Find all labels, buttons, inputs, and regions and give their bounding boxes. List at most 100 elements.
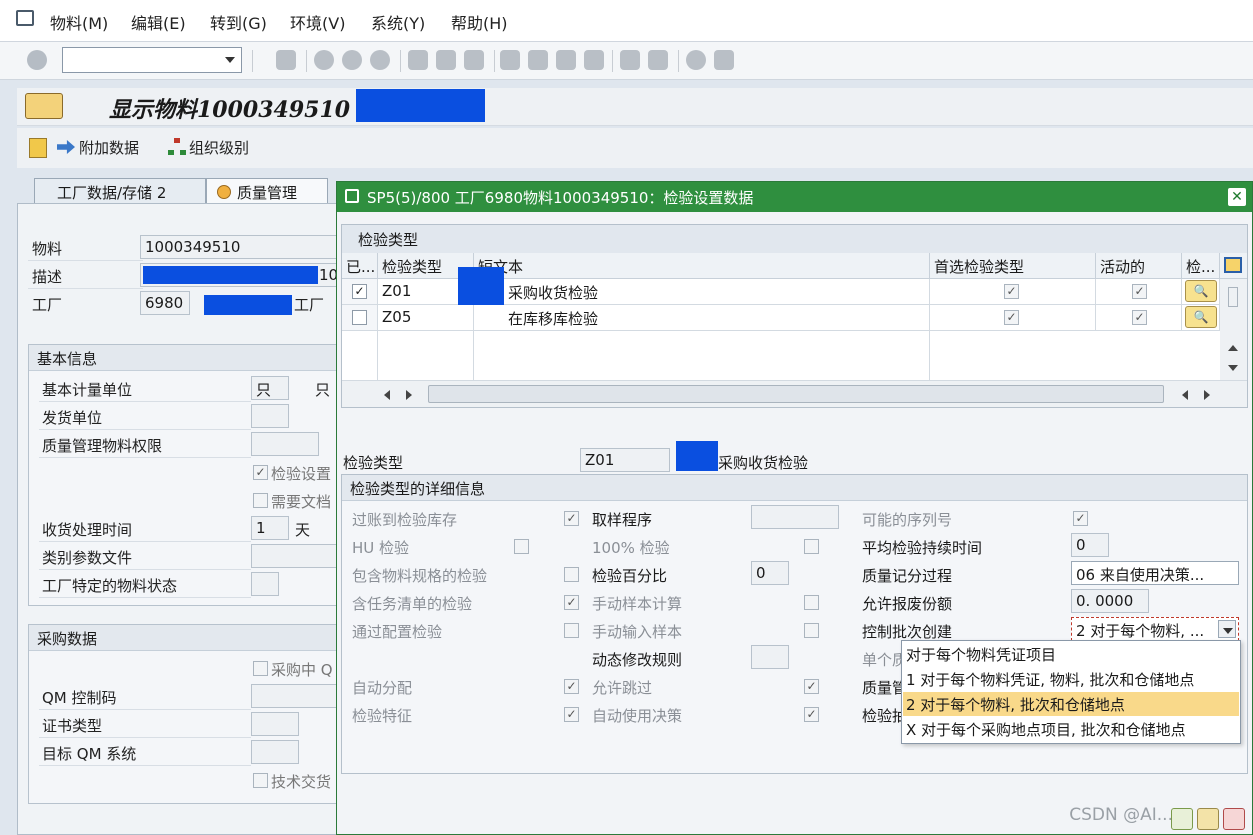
new-session-icon[interactable] (620, 50, 640, 70)
col-header-detail[interactable]: 检... (1182, 253, 1220, 279)
table-row-select-cell[interactable] (342, 305, 378, 331)
find-icon[interactable] (436, 50, 456, 70)
tab-label: 质量管理 (237, 184, 298, 202)
certificate-type-label: 证书类型 (42, 717, 103, 735)
col-header-selected[interactable]: 已... (342, 253, 378, 279)
other-material-icon[interactable] (29, 138, 47, 158)
cancel-icon[interactable] (370, 50, 390, 70)
dialog-buttons (1169, 808, 1249, 832)
scroll-right-icon[interactable] (406, 390, 412, 400)
column-settings-icon[interactable] (1220, 253, 1247, 279)
menu-material[interactable]: 物料(M) (50, 10, 108, 34)
vertical-scrollbar[interactable] (1220, 279, 1247, 380)
redacted-block (676, 441, 718, 471)
dropdown-option[interactable]: 对于每个物料凭证项目 (903, 642, 1239, 666)
scroll-thumb[interactable] (428, 385, 1164, 403)
inspection-type-label: 检验类型 (343, 454, 404, 472)
material-icon (25, 93, 63, 119)
application-toolbar: 附加数据 组织级别 (17, 128, 1253, 168)
scroll-thumb[interactable] (1228, 287, 1238, 307)
empty-cell (474, 331, 930, 380)
detail-button[interactable]: 🔍 (1185, 280, 1217, 302)
dropdown-option-selected[interactable]: 2 对于每个物料, 批次和仓储地点 (903, 692, 1239, 716)
row-select-checkbox[interactable] (352, 310, 367, 325)
plant-material-status-field (251, 572, 279, 596)
col-header-preferred[interactable]: 首选检验类型 (930, 253, 1096, 279)
exit-icon[interactable] (342, 50, 362, 70)
tab-plant-storage-2[interactable]: 工厂数据/存储 2 (34, 178, 206, 204)
menu-bar: 物料(M) 编辑(E) 转到(G) 环境(V) 系统(Y) 帮助(H) (0, 0, 1253, 42)
close-icon[interactable]: ✕ (1228, 188, 1246, 206)
chevron-down-icon[interactable] (1218, 620, 1236, 638)
issue-unit-label: 发货单位 (42, 409, 103, 427)
detail-button[interactable]: 🔍 (1185, 306, 1217, 328)
detail-cell: 🔍 (1182, 305, 1220, 331)
redacted-block (143, 266, 318, 284)
cancel-icon[interactable] (1223, 808, 1245, 830)
dropdown-option[interactable]: X 对于每个采购地点项目, 批次和仓储地点 (903, 717, 1239, 741)
print-icon[interactable] (408, 50, 428, 70)
short-text: 在库移库检验 (508, 310, 599, 328)
menu-environment[interactable]: 环境(V) (290, 10, 345, 34)
confirm-icon[interactable] (1171, 808, 1193, 830)
horizontal-scrollbar[interactable] (342, 380, 1247, 407)
menu-help[interactable]: 帮助(H) (451, 10, 508, 34)
prev-page-icon[interactable] (528, 50, 548, 70)
post-to-insp-stock-label: 过账到检验库存 (352, 511, 458, 529)
menu-goto[interactable]: 转到(G) (210, 10, 267, 34)
inspection-type-field: Z01 (580, 448, 670, 472)
dialog-menu-icon[interactable] (345, 189, 359, 203)
table-row-select-cell[interactable]: ✓ (342, 279, 378, 305)
tab-quality-management[interactable]: 质量管理 (206, 178, 328, 204)
back-icon[interactable] (314, 50, 334, 70)
menu-system[interactable]: 系统(Y) (371, 10, 425, 34)
save-icon[interactable] (276, 50, 296, 70)
command-field[interactable] (62, 47, 242, 73)
short-text-cell: 在库移库检验 (474, 305, 930, 331)
qm-in-procurement-label: 采购中 Q (271, 661, 333, 679)
row-select-checkbox[interactable]: ✓ (352, 284, 367, 299)
col-header-active[interactable]: 活动的 (1096, 253, 1182, 279)
next-page-icon[interactable] (556, 50, 576, 70)
hu-inspection-label: HU 检验 (352, 539, 410, 557)
scroll-up-icon[interactable] (1228, 345, 1238, 351)
preferred-checkbox: ✓ (1004, 310, 1019, 325)
qm-authorization-field (251, 432, 319, 456)
org-levels-button[interactable]: 组织级别 (189, 137, 249, 158)
system-menu-icon[interactable] (16, 10, 34, 26)
col-header-short-text[interactable]: 短文本 (474, 253, 930, 279)
scroll-left-icon[interactable] (1182, 390, 1188, 400)
inspection-setup-dialog: SP5(5)/800 工厂6980物料1000349510：检验设置数据 ✕ 检… (336, 181, 1253, 835)
detail-icon[interactable] (1197, 808, 1219, 830)
plant-material-status-label: 工厂特定的物料状态 (42, 577, 178, 595)
chevron-down-icon[interactable] (225, 57, 235, 63)
additional-data-button[interactable]: 附加数据 (79, 137, 139, 158)
arrow-right-icon (57, 140, 75, 154)
short-text: 采购收货检验 (508, 284, 599, 302)
table-title: 检验类型 (342, 225, 1247, 253)
customize-layout-icon[interactable] (714, 50, 734, 70)
group-title: 基本信息 (29, 345, 347, 371)
quality-score-select[interactable]: 06 来自使用决策... (1071, 561, 1239, 585)
first-page-icon[interactable] (500, 50, 520, 70)
help-icon[interactable] (686, 50, 706, 70)
scroll-left-icon[interactable] (384, 390, 390, 400)
base-uom-text: 只 (315, 381, 331, 399)
enter-icon[interactable] (27, 50, 47, 70)
shortcut-icon[interactable] (648, 50, 668, 70)
menu-edit[interactable]: 编辑(E) (131, 10, 186, 34)
dropdown-option[interactable]: 1 对于每个物料凭证, 物料, 批次和仓储地点 (903, 667, 1239, 691)
target-qm-system-label: 目标 QM 系统 (42, 745, 137, 763)
org-structure-icon (168, 138, 186, 156)
scroll-down-icon[interactable] (1228, 365, 1238, 371)
empty-cell (378, 331, 474, 380)
last-page-icon[interactable] (584, 50, 604, 70)
empty-cell (342, 331, 378, 380)
plant-name-text: 工厂 (294, 296, 325, 314)
lot-control-select[interactable]: 2 对于每个物料, ... (1071, 617, 1239, 641)
type-cell: Z05 (378, 305, 474, 331)
100-percent-inspection-checkbox (804, 539, 819, 554)
scroll-right-icon[interactable] (1204, 390, 1210, 400)
find-next-icon[interactable] (464, 50, 484, 70)
allow-skip-label: 允许跳过 (592, 679, 653, 697)
